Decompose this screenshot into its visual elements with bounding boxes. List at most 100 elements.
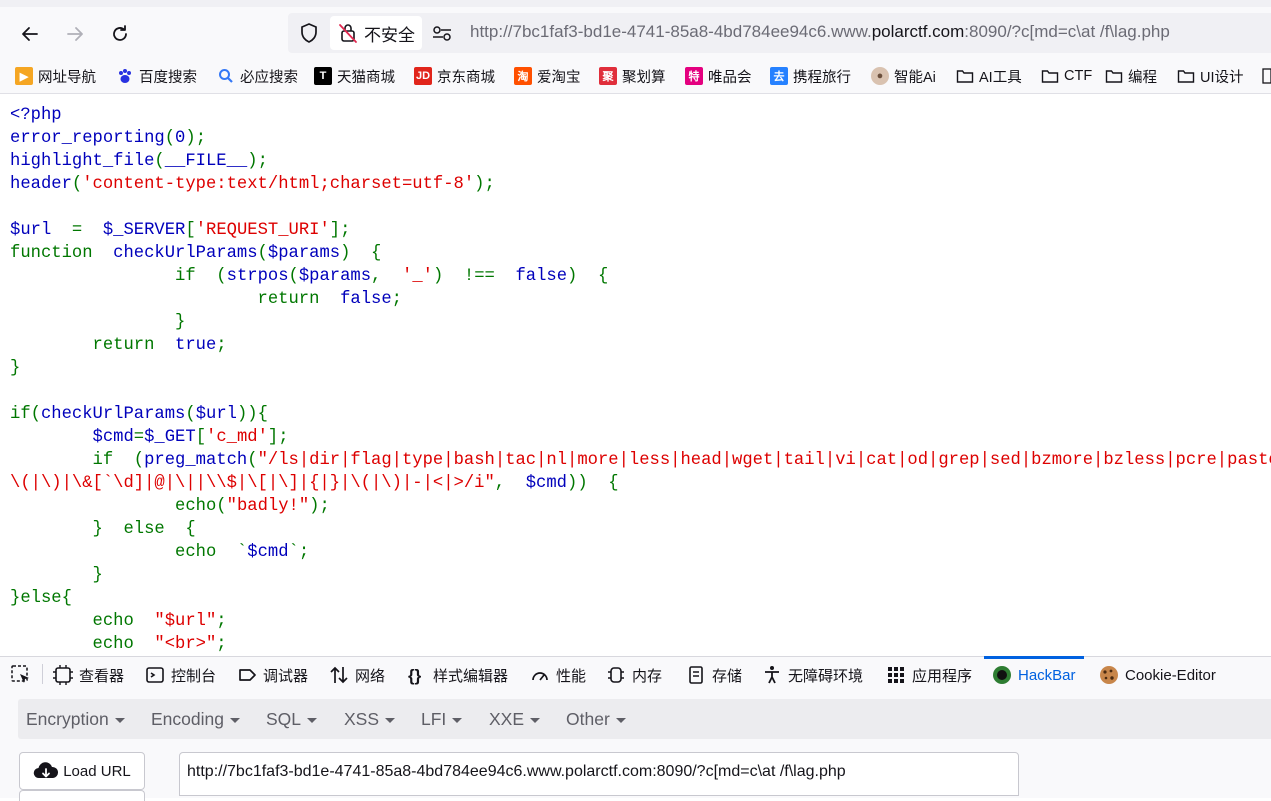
code-token: "badly!": [226, 497, 310, 516]
bookmark-item[interactable]: 百度搜索: [116, 66, 197, 86]
code-token: $params: [267, 244, 341, 263]
devtools-tab-console[interactable]: 控制台: [145, 657, 216, 693]
code-token: if: [10, 267, 217, 286]
hackbar-menu-sql[interactable]: SQL: [266, 699, 318, 739]
permissions-icon[interactable]: [430, 22, 454, 44]
devtools-tab-debugger[interactable]: 调试器: [237, 657, 308, 693]
url-prefix: http://7bc1faf3-bd1e-4741-85a8-4bd784ee9…: [470, 22, 872, 41]
devtools-tab-inspector[interactable]: 查看器: [53, 657, 124, 693]
application-icon: [886, 665, 906, 685]
devtools-tab-storage[interactable]: 存储: [686, 657, 742, 693]
bookmark-item[interactable]: 编程: [1105, 66, 1157, 86]
bookmark-label: 编程: [1128, 69, 1157, 86]
code-token: }: [10, 566, 103, 585]
code-token: preg_match: [144, 451, 248, 470]
devtools-tab-application[interactable]: 应用程序: [886, 657, 972, 693]
hackbar-menu-encryption[interactable]: Encryption: [26, 699, 125, 739]
code-token: ;: [216, 635, 227, 654]
bookmark-item[interactable]: T 天猫商城: [314, 66, 395, 86]
caret-down-icon: [229, 717, 240, 723]
code-token: if: [10, 451, 134, 470]
devtools-tab-accessibility[interactable]: 无障碍环境: [762, 657, 863, 693]
hackbar-menu-label: Other: [566, 708, 610, 729]
forward-button[interactable]: [63, 22, 87, 46]
element-picker-button[interactable]: [10, 657, 32, 693]
code-token: 'REQUEST_URI': [195, 221, 330, 240]
code-line: }else{: [10, 587, 1271, 610]
code-token: $cmd: [247, 543, 289, 562]
code-token: echo: [10, 543, 237, 562]
bookmarks-overflow-icon[interactable]: [1262, 66, 1271, 86]
code-token: "/ls|dir|flag|type|bash|tac|nl|more|less…: [257, 451, 1271, 470]
debugger-icon: [237, 665, 257, 685]
load-url-button[interactable]: Load URL: [19, 752, 145, 790]
hackbar-menu-xss[interactable]: XSS: [344, 699, 396, 739]
devtools-tab-memory[interactable]: 内存: [606, 657, 662, 693]
page-content: <?php error_reporting(0); highlight_file(_…: [0, 94, 1271, 656]
browser-toolbar: 不安全 http://7bc1faf3-bd1e-4741-85a8-4bd78…: [0, 0, 1271, 60]
bookmark-item[interactable]: 去携程旅行: [770, 66, 851, 86]
bookmark-item[interactable]: CTF: [1041, 66, 1092, 86]
bookmark-label: CTF: [1064, 68, 1093, 84]
code-token: 0: [175, 129, 186, 148]
devtools-tab-performance[interactable]: 性能: [530, 657, 586, 693]
code-token: checkUrlParams: [40, 405, 186, 424]
bookmark-item[interactable]: 淘爱淘宝: [514, 66, 581, 86]
code-token: $params: [298, 267, 372, 286]
bookmark-item[interactable]: ▶ 网址导航: [15, 66, 96, 86]
code-token: );: [185, 129, 207, 148]
code-token: (: [216, 497, 227, 516]
jd-icon: JD: [414, 67, 432, 85]
bookmark-item[interactable]: ● 智能Ai: [871, 66, 936, 86]
code-token: [: [185, 221, 196, 240]
bookmark-item[interactable]: JD 京东商城: [414, 66, 495, 86]
bookmark-item[interactable]: 必应搜索: [217, 66, 298, 86]
code-token: __FILE__: [164, 152, 248, 171]
site-security-indicator[interactable]: 不安全: [330, 16, 422, 50]
code-token: (: [257, 244, 268, 263]
devtools-tab-label: 样式编辑器: [433, 667, 509, 685]
console-icon: [145, 665, 165, 685]
code-line: header('content-type:text/html;charset=u…: [10, 173, 1271, 196]
code-token: (: [133, 451, 145, 470]
code-token: highlight_file: [10, 152, 155, 171]
devtools-tab-label: 调试器: [263, 667, 309, 685]
code-token: ,: [371, 267, 402, 286]
code-token: $url: [10, 221, 62, 240]
devtools-tab-style-editor[interactable]: {} 样式编辑器: [407, 657, 508, 693]
code-token: return: [10, 336, 176, 355]
back-button[interactable]: [18, 22, 42, 46]
code-token: error_reporting: [10, 129, 165, 148]
bookmark-label: 唯品会: [708, 69, 752, 86]
code-token: "<br>": [154, 635, 217, 654]
bookmark-label: AI工具: [979, 69, 1022, 86]
hackbar-menu-encoding[interactable]: Encoding: [151, 699, 240, 739]
ctrip-icon: 去: [770, 67, 788, 85]
code-token: ];: [267, 428, 289, 447]
memory-icon: [606, 665, 626, 685]
bookmark-item[interactable]: 聚聚划算: [599, 66, 666, 86]
code-token: )) {: [567, 474, 619, 493]
bookmark-item[interactable]: AI工具: [956, 66, 1022, 86]
reload-button[interactable]: [108, 22, 132, 46]
code-token: );: [247, 152, 268, 171]
code-token: `: [236, 543, 248, 562]
bookmark-item[interactable]: 特唯品会: [685, 66, 752, 86]
hackbar-menu-xxe[interactable]: XXE: [489, 699, 541, 739]
folder-icon: [1105, 67, 1123, 85]
bookmark-label: 聚划算: [622, 69, 666, 86]
tracking-protection-shield-icon[interactable]: [298, 22, 320, 44]
code-line: \(|\)|\&[`\d]|@|\||\\$|\[|\]|{|}|\(|\)|-…: [10, 472, 1271, 495]
hackbar-menu-lfi[interactable]: LFI: [421, 699, 463, 739]
bookmark-item[interactable]: UI设计: [1177, 66, 1244, 86]
code-token: '_': [402, 267, 433, 286]
devtools-tab-hackbar[interactable]: HackBar: [984, 656, 1084, 693]
code-line: if (strpos($params, '_') !== false) {: [10, 265, 1271, 288]
devtools-tab-cookie[interactable]: Cookie-Editor: [1099, 657, 1216, 693]
url-text[interactable]: http://7bc1faf3-bd1e-4741-85a8-4bd784ee9…: [470, 22, 1170, 42]
devtools-tab-network[interactable]: 网络: [329, 657, 385, 693]
hackbar-url-input[interactable]: http://7bc1faf3-bd1e-4741-85a8-4bd784ee9…: [179, 752, 1019, 796]
split-url-button[interactable]: [19, 790, 145, 801]
hackbar-icon: [992, 665, 1012, 685]
hackbar-menu-other[interactable]: Other: [566, 699, 626, 739]
